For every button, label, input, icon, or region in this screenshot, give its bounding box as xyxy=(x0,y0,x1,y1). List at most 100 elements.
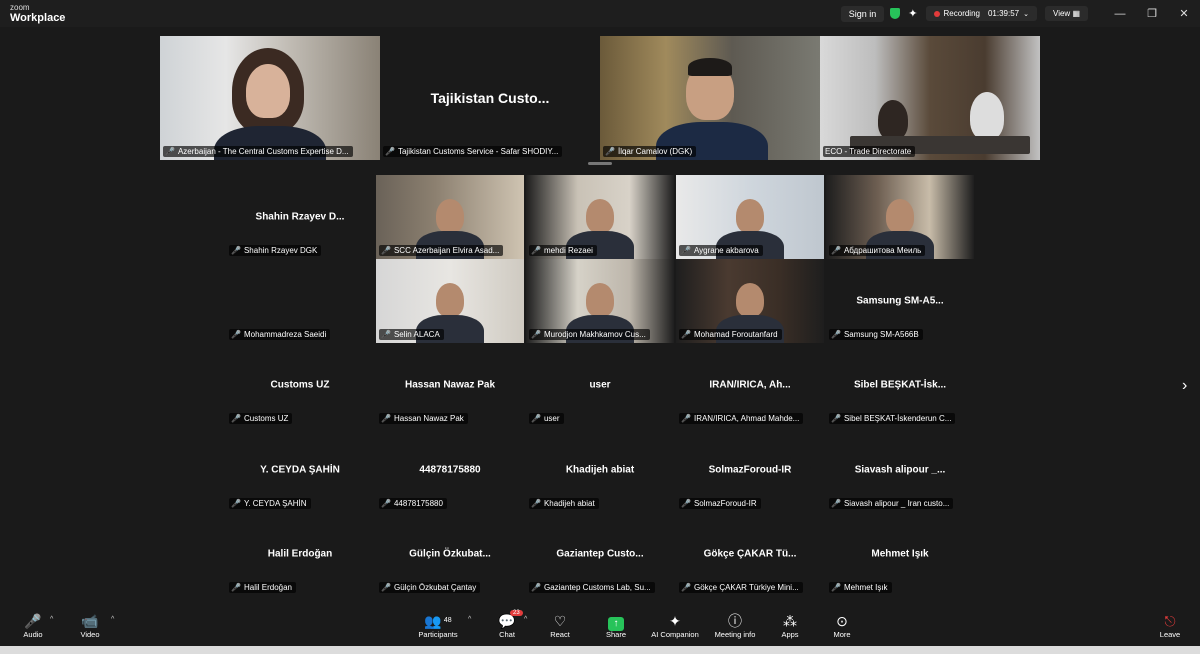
participant-tile[interactable]: Gaziantep Custo... 🎤 Gaziantep Customs Lab… xyxy=(526,512,674,596)
participant-name: Gökçe ÇAKAR Türkiye Mini... xyxy=(693,583,799,592)
ai-companion-button[interactable]: ✦ AI Companion xyxy=(643,612,707,639)
top-strip-tile[interactable]: Tajikistan Custo... 🎤 Tajikistan Customs … xyxy=(380,36,600,160)
participant-tile[interactable]: 🎤 mehdi Rezaei xyxy=(526,175,674,259)
brand-zoom: zoom xyxy=(10,3,30,12)
participant-name: Hassan Nawaz Pak xyxy=(393,414,464,423)
participant-tile[interactable]: 🎤 Абдрашитова Меиль xyxy=(826,175,974,259)
mic-muted-icon: 🎤 xyxy=(831,414,841,423)
participant-name: Khadijeh abiat xyxy=(543,499,595,508)
mic-muted-icon: 🎤 xyxy=(231,499,241,508)
participant-tile[interactable]: Samsung SM-A5... 🎤 Samsung SM-A566B xyxy=(826,259,974,343)
next-page-arrow-icon[interactable]: › xyxy=(1182,377,1187,395)
mic-muted-icon: 🎤 xyxy=(531,499,541,508)
participant-label: 🎤 Mohammadreza Saeidi xyxy=(229,329,331,340)
chat-options-caret[interactable]: ^ xyxy=(524,616,527,623)
participants-label: Participants xyxy=(418,630,458,639)
participant-tile[interactable]: SolmazForoud-IR 🎤 SolmazForoud-IR xyxy=(676,428,824,512)
participant-tile[interactable]: 🎤 Mohamad Foroutanfard xyxy=(676,259,824,343)
participant-label: 🎤 İlqar Camalov (DGK) xyxy=(603,146,697,157)
participant-tile[interactable]: Customs UZ 🎤 Customs UZ xyxy=(226,343,374,427)
participant-display-name: Gökçe ÇAKAR Tü... xyxy=(703,548,797,560)
shield-icon[interactable] xyxy=(890,8,901,19)
participant-display-name: Tajikistan Custo... xyxy=(430,90,550,106)
participant-tile[interactable]: Hassan Nawaz Pak 🎤 Hassan Nawaz Pak xyxy=(376,343,524,427)
chat-label: Chat xyxy=(499,630,515,639)
participant-tile[interactable]: 44878175880 🎤 44878175880 xyxy=(376,428,524,512)
view-button[interactable]: View ▦ xyxy=(1045,6,1088,21)
participant-tile[interactable]: 🎤 Aygrane akbarova xyxy=(676,175,824,259)
ai-sparkle-icon[interactable]: ✦ xyxy=(908,7,917,20)
participants-options-caret[interactable]: ^ xyxy=(468,616,471,623)
participant-tile[interactable]: Gülçin Özkubat... 🎤 Gülçin Özkubat Çantay xyxy=(376,512,524,596)
participant-name: mehdi Rezaei xyxy=(543,246,593,255)
meeting-toolbar: 🎤 Audio ^ 📹 Video ^ 👥 48 Participants ^ 💬… xyxy=(0,608,1200,646)
participant-display-name: Hassan Nawaz Pak xyxy=(404,379,496,391)
mic-muted-icon: 🎤 xyxy=(831,246,841,255)
participant-tile[interactable]: Halil Erdoğan 🎤 Halil Erdoğan xyxy=(226,512,374,596)
participant-face xyxy=(436,283,464,317)
top-strip-tile[interactable]: 🎤 Azerbaijan - The Central Customs Expert… xyxy=(160,36,380,160)
leave-label: Leave xyxy=(1159,630,1181,639)
share-button[interactable]: ↑ Share xyxy=(584,612,648,639)
participant-tile[interactable]: 🎤 Murodjon Makhkamov Cus... xyxy=(526,259,674,343)
participant-tile[interactable]: IRAN/IRICA, Ah... 🎤 IRAN/IRICA, Ahmad Mahd… xyxy=(676,343,824,427)
participant-tile[interactable]: Mehmet Işık 🎤 Mehmet Işık xyxy=(826,512,974,596)
participant-tile[interactable]: 🎤 SCC Azerbaijan Elvira Asad... xyxy=(376,175,524,259)
participant-name: Halil Erdoğan xyxy=(243,583,292,592)
mic-muted-icon: 🎤 xyxy=(165,147,175,156)
participant-name: SolmazForoud-IR xyxy=(693,499,757,508)
chat-unread-badge: 23 xyxy=(510,610,523,616)
participant-display-name: Sibel BEŞKAT-İsk... xyxy=(853,379,947,391)
participant-face xyxy=(886,199,914,233)
participant-tile[interactable]: Siavash alipour _... 🎤 Siavash alipour _ I… xyxy=(826,428,974,512)
participant-name: Gülçin Özkubat Çantay xyxy=(393,583,477,592)
participant-tile[interactable]: Y. CEYDA ŞAHİN 🎤 Y. CEYDA ŞAHİN xyxy=(226,428,374,512)
mic-muted-icon: 🎤 xyxy=(385,147,395,156)
recording-indicator[interactable]: Recording 01:39:57 ⌄ xyxy=(925,6,1037,21)
mic-muted-icon: 🎤 xyxy=(381,414,391,423)
react-button[interactable]: ♡ React xyxy=(528,612,592,639)
strip-resize-handle[interactable] xyxy=(588,162,612,165)
participant-label: 🎤 Y. CEYDA ŞAHİN xyxy=(229,498,311,509)
audio-options-caret[interactable]: ^ xyxy=(50,616,53,623)
ai-companion-label: AI Companion xyxy=(651,630,699,639)
mic-muted-icon: 🎤 xyxy=(531,330,541,339)
video-label: Video xyxy=(80,630,100,639)
top-strip-tile-active-speaker[interactable]: ECO - Trade Directorate xyxy=(820,36,1040,160)
leave-button[interactable]: ⎋ Leave xyxy=(1138,612,1200,639)
participant-tile[interactable]: Gökçe ÇAKAR Tü... 🎤 Gökçe ÇAKAR Türkiye Mi… xyxy=(676,512,824,596)
participant-tile[interactable]: user 🎤 user xyxy=(526,343,674,427)
video-options-caret[interactable]: ^ xyxy=(111,616,114,623)
participant-name: Sibel BEŞKAT-İskenderun C... xyxy=(843,414,952,423)
mic-muted-icon: 🎤 xyxy=(381,246,391,255)
participant-display-name: Samsung SM-A5... xyxy=(856,295,944,307)
apps-label: Apps xyxy=(781,630,799,639)
participant-tile[interactable]: 🎤 Selin ALACA xyxy=(376,259,524,343)
participant-name: Shahin Rzayev DGK xyxy=(243,246,318,255)
close-window-button[interactable]: ✕ xyxy=(1168,7,1200,20)
participant-tile[interactable]: Shahin Rzayev D... 🎤 Shahin Rzayev DGK xyxy=(226,175,374,259)
mic-muted-icon: 🎤 xyxy=(531,583,541,592)
restore-button[interactable]: ❐ xyxy=(1136,7,1168,20)
sign-in-button[interactable]: Sign in xyxy=(840,5,885,22)
participant-name: SCC Azerbaijan Elvira Asad... xyxy=(393,246,500,255)
participant-figure xyxy=(970,92,1004,140)
mic-muted-icon: 🎤 xyxy=(681,499,691,508)
participant-tile[interactable]: Sibel BEŞKAT-İsk... 🎤 Sibel BEŞKAT-İskende… xyxy=(826,343,974,427)
chevron-down-icon: ⌄ xyxy=(1023,10,1029,18)
leave-icon: ⎋ xyxy=(1164,613,1176,629)
recording-dot-icon xyxy=(933,10,940,17)
more-button[interactable]: ⊙ More xyxy=(810,612,874,639)
audio-button[interactable]: 🎤 Audio xyxy=(1,612,65,639)
participants-button[interactable]: 👥 48 Participants xyxy=(406,612,470,639)
participant-tile[interactable]: 🎤 Mohammadreza Saeidi xyxy=(226,259,374,343)
participant-name: Y. CEYDA ŞAHİN xyxy=(243,499,307,508)
more-label: More xyxy=(833,630,851,639)
participant-display-name: Customs UZ xyxy=(270,379,330,391)
ai-sparkle-icon: ✦ xyxy=(669,613,681,629)
top-strip-tile[interactable]: 🎤 İlqar Camalov (DGK) xyxy=(600,36,820,160)
minimize-button[interactable]: — xyxy=(1104,8,1136,20)
participant-face xyxy=(436,199,464,233)
participant-label: 🎤 Sibel BEŞKAT-İskenderun C... xyxy=(829,413,956,424)
participant-tile[interactable]: Khadijeh abiat 🎤 Khadijeh abiat xyxy=(526,428,674,512)
